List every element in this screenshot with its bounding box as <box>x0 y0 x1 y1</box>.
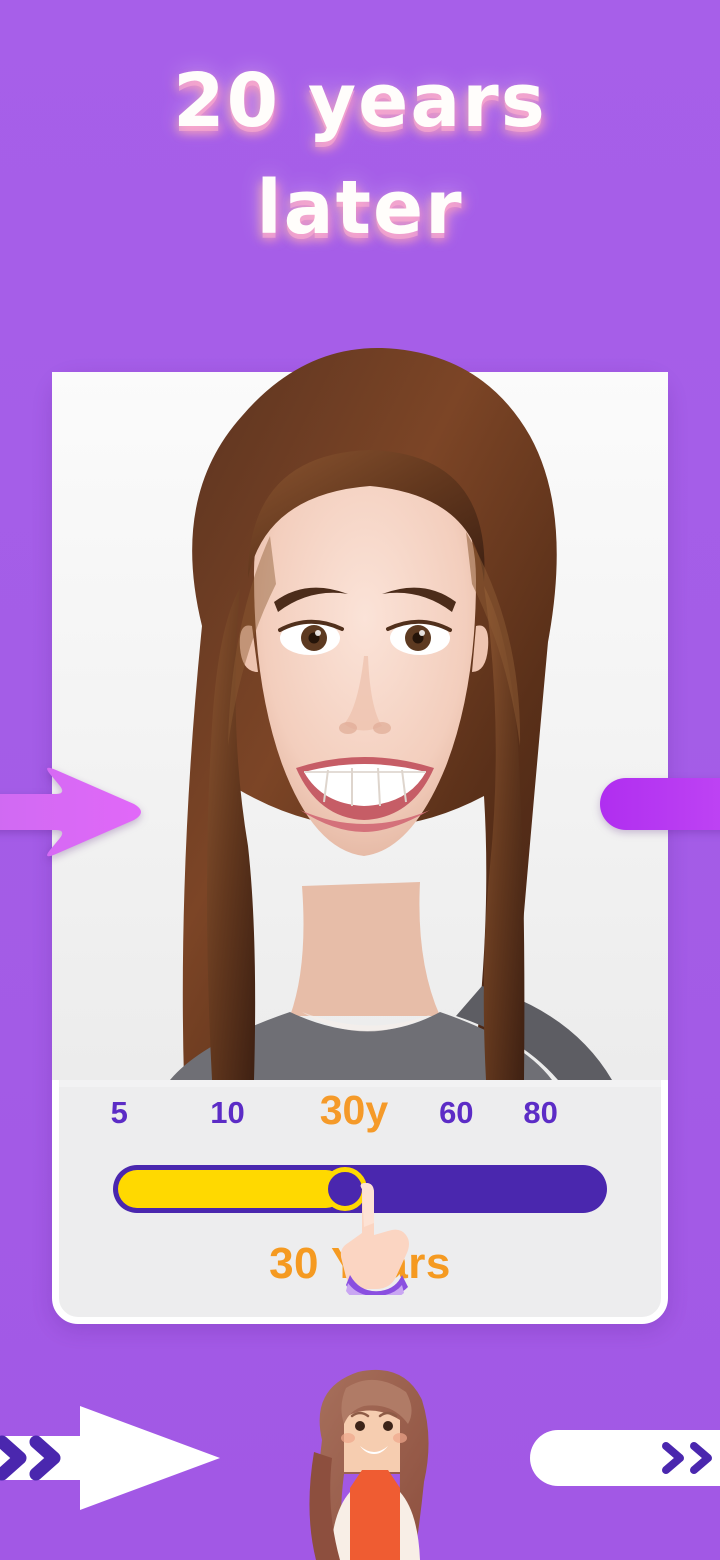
slider-fill <box>118 1170 346 1208</box>
age-slider-section: 5 10 30y 60 80 30 Years <box>59 1087 661 1325</box>
cartoon-girl-icon <box>309 1369 429 1560</box>
age-tick-labels: 5 10 30y 60 80 <box>59 1087 661 1155</box>
pointing-hand-icon <box>340 1183 409 1295</box>
rounded-bar-decor-icon <box>600 778 720 830</box>
tick-label-10[interactable]: 10 <box>210 1095 244 1131</box>
arrow-right-icon[interactable] <box>0 1398 230 1518</box>
portrait-photo <box>59 379 661 1087</box>
page-title: 20 years later <box>0 48 720 263</box>
tick-label-80[interactable]: 80 <box>523 1095 557 1131</box>
arrow-right-decor-icon <box>0 767 141 857</box>
chevron-double-right-icon <box>662 1442 712 1474</box>
tick-label-5[interactable]: 5 <box>111 1095 128 1131</box>
title-line-2: later <box>256 165 464 252</box>
title-line-1: 20 years <box>173 58 547 144</box>
next-pill-button[interactable] <box>530 1430 720 1486</box>
app-screen: 20 years later 5 10 30y 60 80 30 <box>0 0 720 1560</box>
tick-label-current-30y[interactable]: 30y <box>320 1087 388 1134</box>
tick-label-60[interactable]: 60 <box>439 1095 473 1131</box>
